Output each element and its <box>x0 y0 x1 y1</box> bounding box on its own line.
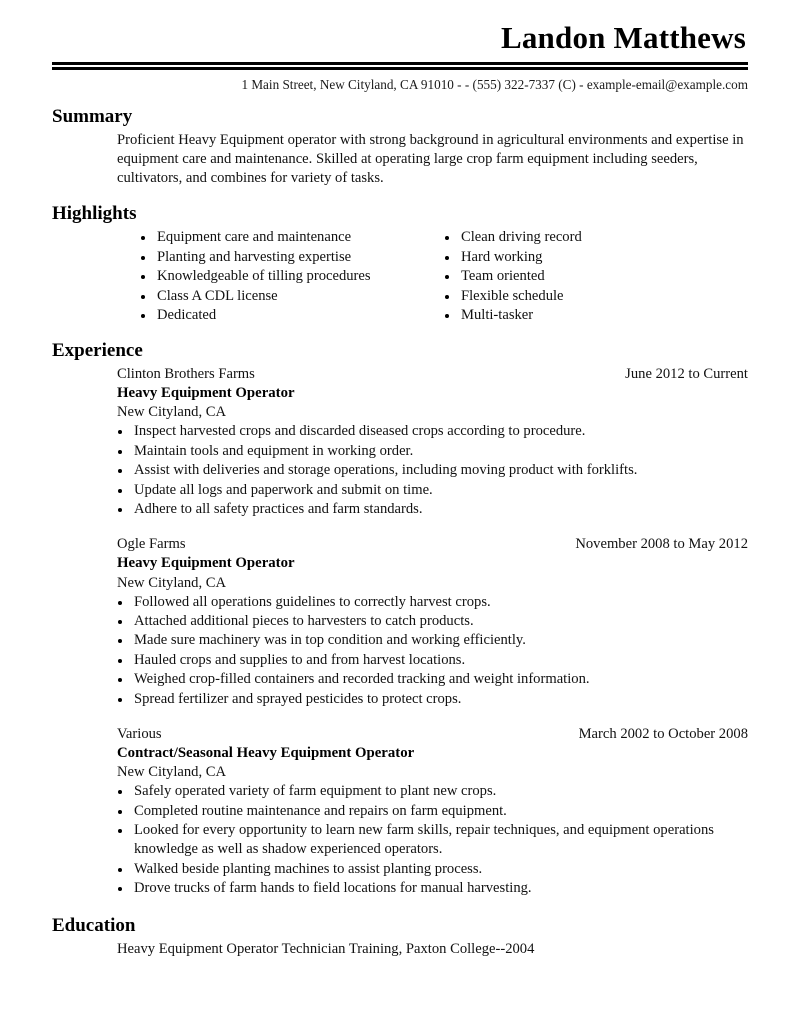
job-responsibility-item: Assist with deliveries and storage opera… <box>117 461 744 480</box>
job-responsibility-item: Made sure machinery was in top condition… <box>117 631 744 650</box>
employment-dates: November 2008 to May 2012 <box>575 536 748 553</box>
experience-headline: Clinton Brothers Farms June 2012 to Curre… <box>117 365 748 384</box>
job-responsibility-item: Completed routine maintenance and repair… <box>117 802 744 821</box>
job-responsibility-item: Update all logs and paperwork and submit… <box>117 481 744 500</box>
experience-headline: Ogle Farms November 2008 to May 2012 <box>117 535 748 554</box>
education-section: Education Heavy Equipment Operator Techn… <box>0 915 800 960</box>
highlight-item: Team oriented <box>444 267 748 286</box>
highlight-item: Class A CDL license <box>140 287 444 306</box>
experience-body: Clinton Brothers Farms June 2012 to Curre… <box>52 365 748 898</box>
highlights-section: Highlights Equipment care and maintenanc… <box>0 203 800 326</box>
contact-line: 1 Main Street, New Cityland, CA 91010 - … <box>241 76 748 92</box>
highlights-column-left: Equipment care and maintenance Planting a… <box>140 228 444 325</box>
job-responsibility-item: Weighed crop-filled containers and recor… <box>117 670 744 689</box>
job-responsibility-list: Followed all operations guidelines to co… <box>117 593 748 709</box>
job-location: New Cityland, CA <box>117 574 227 591</box>
job-responsibility-item: Safely operated variety of farm equipmen… <box>117 782 744 801</box>
education-entry: Heavy Equipment Operator Technician Trai… <box>117 941 535 958</box>
job-responsibility-item: Walked beside planting machines to assis… <box>117 860 744 879</box>
header-double-rule <box>52 61 748 70</box>
job-responsibility-list: Safely operated variety of farm equipmen… <box>117 782 748 898</box>
experience-heading: Experience <box>52 340 143 362</box>
highlight-item: Clean driving record <box>444 228 748 247</box>
highlight-item: Hard working <box>444 248 748 267</box>
employer-name: Ogle Farms <box>117 536 186 553</box>
experience-entry: Ogle Farms November 2008 to May 2012 Heavy… <box>117 535 748 709</box>
job-responsibility-item: Hauled crops and supplies to and from ha… <box>117 651 744 670</box>
job-responsibility-item: Drove trucks of farm hands to field loca… <box>117 879 744 898</box>
header-rule-thin <box>52 66 748 70</box>
job-responsibility-item: Inspect harvested crops and discarded di… <box>117 422 744 441</box>
experience-headline: Various March 2002 to October 2008 <box>117 725 748 744</box>
education-heading: Education <box>52 914 136 936</box>
experience-entry: Clinton Brothers Farms June 2012 to Curre… <box>117 365 748 519</box>
employment-dates: March 2002 to October 2008 <box>578 726 748 743</box>
job-responsibility-list: Inspect harvested crops and discarded di… <box>117 422 748 519</box>
summary-text: Proficient Heavy Equipment operator with… <box>117 131 744 187</box>
highlights-columns: Equipment care and maintenance Planting a… <box>52 228 748 325</box>
highlights-list-left: Equipment care and maintenance Planting a… <box>140 228 444 325</box>
summary-section: Summary Proficient Heavy Equipment opera… <box>0 106 800 189</box>
employer-name: Various <box>117 726 162 743</box>
education-body: Heavy Equipment Operator Technician Trai… <box>52 940 748 959</box>
summary-heading: Summary <box>52 106 133 128</box>
job-title: Heavy Equipment Operator <box>117 555 295 572</box>
highlight-item: Multi-tasker <box>444 306 748 325</box>
experience-entry: Various March 2002 to October 2008 Contrac… <box>117 725 748 899</box>
summary-body: Proficient Heavy Equipment operator with… <box>52 131 748 189</box>
candidate-name: Landon Matthews <box>500 20 746 55</box>
highlights-column-right: Clean driving record Hard working Team ori… <box>444 228 748 325</box>
job-responsibility-item: Spread fertilizer and sprayed pesticides… <box>117 690 744 709</box>
highlight-item: Equipment care and maintenance <box>140 228 444 247</box>
job-title: Contract/Seasonal Heavy Equipment Operat… <box>117 745 415 761</box>
job-responsibility-item: Adhere to all safety practices and farm … <box>117 500 744 519</box>
employment-dates: June 2012 to Current <box>625 366 748 383</box>
job-location: New Cityland, CA <box>117 764 227 781</box>
job-responsibility-item: Attached additional pieces to harvesters… <box>117 612 744 631</box>
job-responsibility-item: Maintain tools and equipment in working … <box>117 442 744 461</box>
resume-header: Landon Matthews 1 Main Street, New Cityl… <box>0 0 800 93</box>
employer-name: Clinton Brothers Farms <box>117 366 255 383</box>
job-title: Heavy Equipment Operator <box>117 385 295 402</box>
job-responsibility-item: Followed all operations guidelines to co… <box>117 593 744 612</box>
highlight-item: Flexible schedule <box>444 287 748 306</box>
job-responsibility-item: Looked for every opportunity to learn ne… <box>117 821 744 860</box>
job-location: New Cityland, CA <box>117 404 227 421</box>
highlight-item: Planting and harvesting expertise <box>140 248 444 267</box>
highlights-heading: Highlights <box>52 202 137 224</box>
highlights-list-right: Clean driving record Hard working Team ori… <box>444 228 748 325</box>
highlight-item: Dedicated <box>140 306 444 325</box>
resume-page: Landon Matthews 1 Main Street, New Cityl… <box>0 0 800 1035</box>
highlight-item: Knowledgeable of tilling procedures <box>140 267 444 286</box>
experience-section: Experience Clinton Brothers Farms June 20… <box>0 340 800 898</box>
